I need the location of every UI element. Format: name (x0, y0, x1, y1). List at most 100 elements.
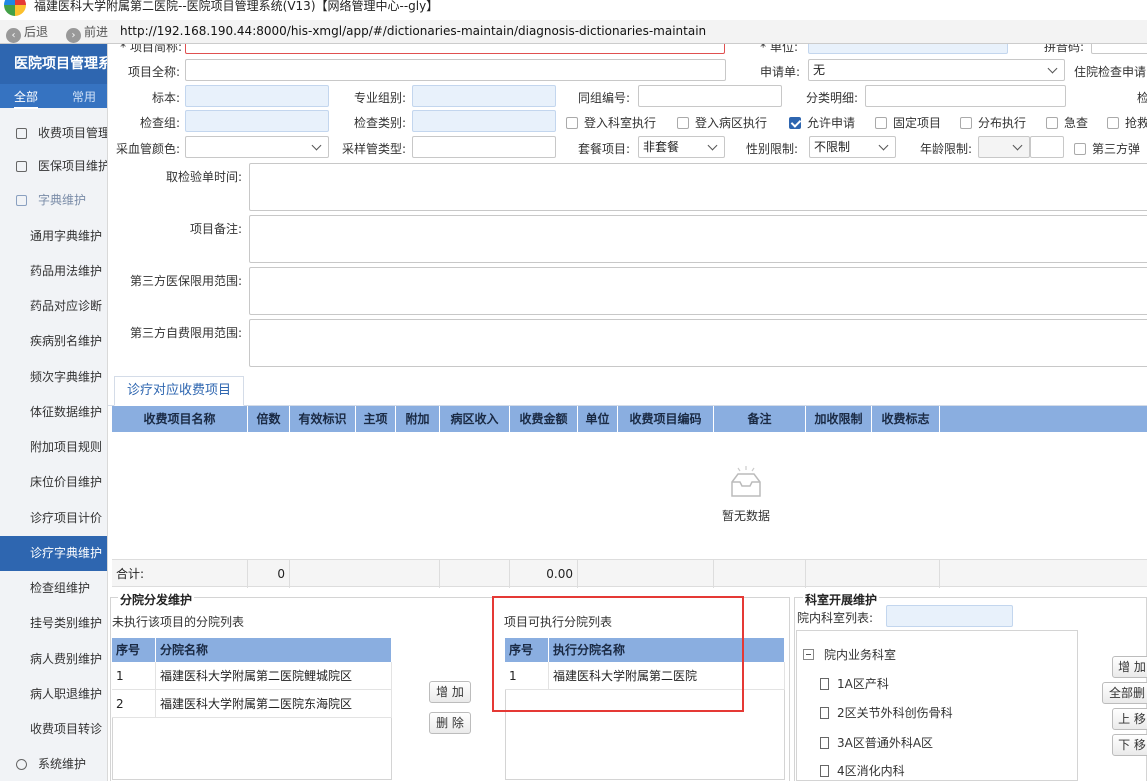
sidebar-item-fee-projects[interactable]: 收费项目管理 (0, 116, 107, 151)
sidebar-subitem[interactable]: 药品用法维护 (0, 254, 107, 289)
table-row[interactable]: 1 福建医科大学附属第二医院鲤城院区 (112, 662, 392, 690)
tree-node-label: 1A区产科 (837, 677, 889, 691)
column-header[interactable]: 加收限制 (806, 406, 872, 432)
tab-all[interactable]: 全部 (14, 88, 39, 109)
fee-table-header: 收费项目名称 倍数 有效标识 主项 附加 病区收入 收费金额 单位 收费项目编码… (112, 406, 1147, 432)
sidebar-subitem[interactable]: 床位价目维护 (0, 465, 107, 500)
sidebar-subitem[interactable]: 疾病别名维护 (0, 324, 107, 359)
checkbox-checked[interactable] (789, 117, 801, 129)
tube-type-input[interactable] (412, 136, 556, 158)
sidebar-item-system[interactable]: 系统维护 (0, 747, 107, 781)
check-type-input[interactable] (412, 110, 556, 132)
tube-color-select[interactable] (185, 136, 329, 158)
dept-move-down-button[interactable]: 下 移 (1112, 734, 1147, 756)
checkbox-box[interactable] (1107, 117, 1119, 129)
dept-add-button[interactable]: 增 加 (1112, 656, 1147, 678)
group-no-input[interactable] (638, 85, 782, 107)
column-header[interactable]: 单位 (578, 406, 618, 432)
fee-icon (16, 128, 27, 139)
class-detail-input[interactable] (865, 85, 1066, 107)
column-header[interactable]: 附加 (396, 406, 440, 432)
checkbox-rescue[interactable]: 抢救 (1107, 114, 1147, 131)
full-name-input[interactable] (185, 59, 726, 81)
sidebar-subitem[interactable]: 频次字典维护 (0, 360, 107, 395)
delete-branch-button[interactable]: 删 除 (429, 712, 471, 734)
table-row[interactable]: 2 福建医科大学附属第二医院东海院区 (112, 690, 392, 718)
column-header[interactable]: 倍数 (248, 406, 290, 432)
gender-select[interactable]: 不限制 (809, 136, 896, 158)
dept-delete-all-button[interactable]: 全部删 (1102, 682, 1147, 704)
selfpay-range-label: 第三方自费限用范围: (129, 326, 242, 340)
tab-fee-items[interactable]: 诊疗对应收费项目 (114, 376, 245, 406)
selfpay-range-textarea[interactable] (249, 319, 1147, 367)
check-group-input[interactable] (185, 110, 329, 132)
column-header[interactable]: 有效标识 (290, 406, 356, 432)
checkbox-box[interactable] (1074, 143, 1086, 155)
sidebar-subitem[interactable]: 收费项目转诊 (0, 712, 107, 747)
report-time-textarea[interactable] (249, 163, 1147, 211)
sidebar-subitem[interactable]: 附加项目规则 (0, 430, 107, 465)
column-header[interactable]: 收费项目名称 (112, 406, 248, 432)
age-unit-select[interactable] (978, 136, 1030, 158)
checkbox-box[interactable] (566, 117, 578, 129)
sidebar-item-insurance[interactable]: 医保项目维护 (0, 149, 108, 184)
sidebar-item-dictionary[interactable]: 字典维护 (0, 183, 107, 218)
empty-box-icon (731, 466, 761, 497)
add-branch-button[interactable]: 增 加 (429, 681, 471, 703)
specialty-input[interactable] (412, 85, 556, 107)
back-button[interactable]: ‹ 后退 (6, 23, 48, 43)
sidebar-subitem[interactable]: 挂号类别维护 (0, 606, 107, 641)
checkbox-fixed[interactable]: 固定项目 (875, 114, 941, 131)
checkbox-third-party[interactable]: 第三方弹 (1074, 140, 1140, 157)
apply-select[interactable]: 无 (808, 59, 1065, 81)
checkbox-box[interactable] (1046, 117, 1058, 129)
age-input[interactable] (1030, 136, 1064, 158)
checkbox-urgent[interactable]: 急查 (1046, 114, 1088, 131)
dept-search-input[interactable] (886, 605, 1013, 627)
checkbox-distributed[interactable]: 分布执行 (960, 114, 1026, 131)
tree-node[interactable]: 3A区普通外科A区 (820, 734, 933, 751)
sidebar-subitem-active[interactable]: 诊疗字典维护 (0, 536, 107, 571)
tree-node[interactable]: 4区消化内科 (820, 762, 905, 779)
forward-button[interactable]: › 前进 (66, 23, 108, 43)
sidebar-subitem[interactable]: 通用字典维护 (0, 219, 107, 254)
short-name-input[interactable] (185, 44, 725, 54)
dept-move-up-button[interactable]: 上 移 (1112, 708, 1147, 730)
checkbox-dept-exec[interactable]: 登入科室执行 (566, 114, 656, 131)
sidebar-subitem[interactable]: 药品对应诊断 (0, 289, 107, 324)
column-header[interactable]: 分院名称 (156, 638, 392, 662)
branch-section-title: 分院分发维护 (118, 591, 195, 608)
unit-input[interactable] (808, 44, 1008, 54)
sidebar-subitem[interactable]: 病人职退维护 (0, 677, 107, 712)
collapse-icon[interactable] (803, 649, 814, 660)
sidebar-subitem[interactable]: 病人费别维护 (0, 642, 107, 677)
checkbox-box[interactable] (677, 117, 689, 129)
column-header[interactable]: 备注 (714, 406, 806, 432)
pinyin-input[interactable] (1091, 44, 1147, 54)
tree-node[interactable]: 2区关节外科创伤骨科 (820, 704, 953, 721)
checkbox-allow-apply[interactable]: 允许申请 (789, 114, 855, 131)
column-header[interactable]: 收费金额 (510, 406, 578, 432)
checkbox-ward-exec[interactable]: 登入病区执行 (677, 114, 767, 131)
address-bar[interactable]: http://192.168.190.44:8000/his-xmgl/app/… (120, 24, 706, 38)
gear-icon (16, 759, 27, 770)
checkbox-box[interactable] (960, 117, 972, 129)
sidebar-subitem[interactable]: 体征数据维护 (0, 395, 107, 430)
sidebar-subitem[interactable]: 诊疗项目计价 (0, 501, 107, 536)
remark-textarea[interactable] (249, 215, 1147, 263)
sidebar-subitem[interactable]: 检查组维护 (0, 571, 107, 606)
column-header[interactable]: 序号 (112, 638, 156, 662)
insurance-range-textarea[interactable] (249, 267, 1147, 315)
column-header[interactable]: 病区收入 (440, 406, 510, 432)
standard-input[interactable] (185, 85, 329, 107)
tree-node[interactable]: 1A区产科 (820, 675, 889, 692)
column-header[interactable]: 收费标志 (872, 406, 940, 432)
package-select[interactable]: 非套餐 (638, 136, 725, 158)
column-header[interactable]: 主项 (356, 406, 396, 432)
checkbox-box[interactable] (875, 117, 887, 129)
sidebar-item-label: 医保项目维护 (38, 159, 108, 173)
tab-common[interactable]: 常用 (72, 88, 96, 105)
tree-root[interactable]: 院内业务科室 (803, 646, 896, 663)
column-header[interactable]: 收费项目编码 (618, 406, 714, 432)
gender-label: 性别限制: (745, 142, 798, 156)
